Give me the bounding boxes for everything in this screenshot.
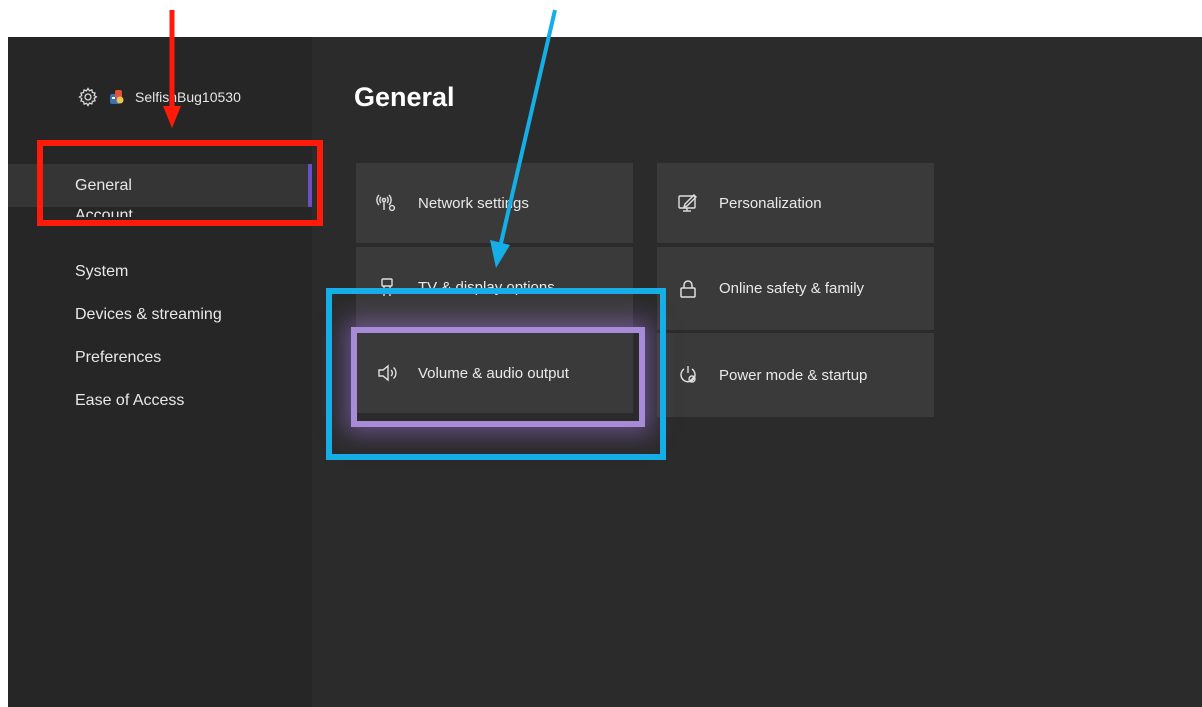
blue-arrow-head (490, 240, 510, 268)
annotation-arrows (163, 9, 557, 268)
red-arrow-head (163, 106, 181, 128)
blue-arrow-shaft (499, 9, 557, 244)
